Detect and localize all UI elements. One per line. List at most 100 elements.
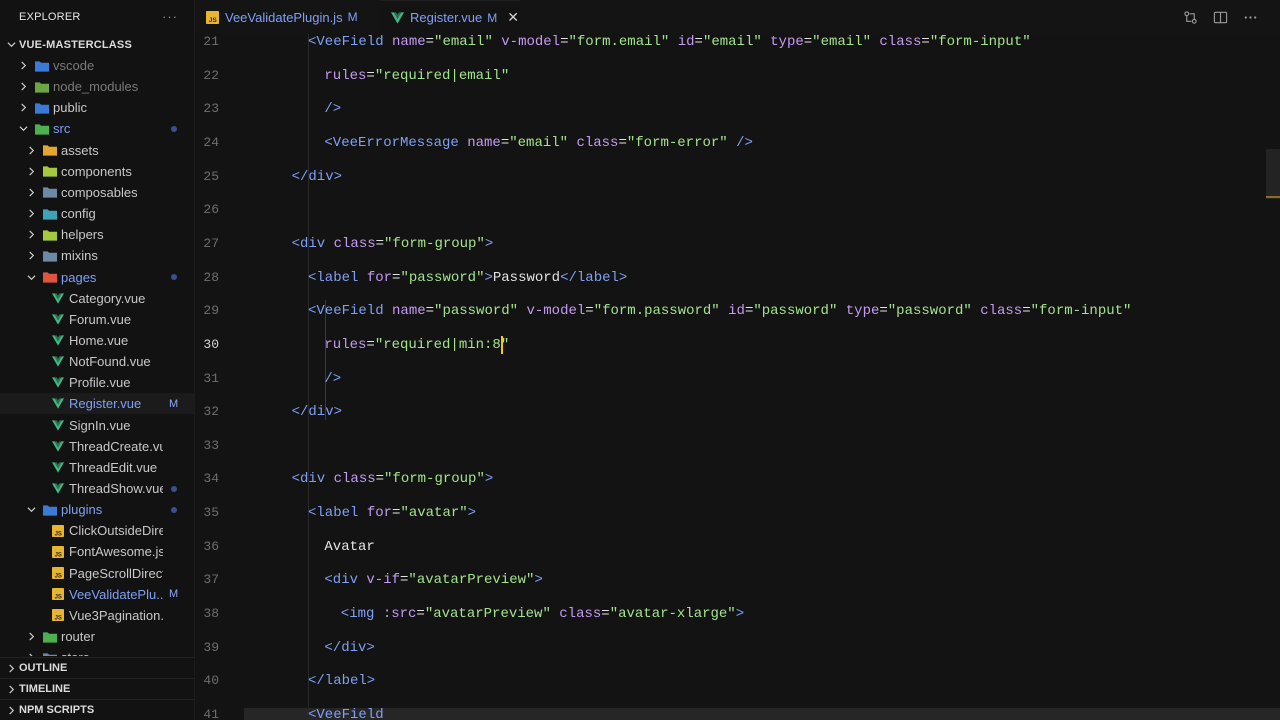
vue-file-icon (390, 11, 404, 25)
file-item[interactable]: ThreadEdit.vue (0, 457, 194, 478)
scrollbar-cursor-marker (1266, 196, 1280, 198)
code-token: name (392, 34, 426, 50)
folder-item[interactable]: store (0, 647, 194, 656)
code-token: </div> (324, 639, 375, 656)
code-token: "avatar-xlarge" (609, 606, 736, 623)
tree-item-label: ThreadEdit.vue (69, 459, 158, 475)
tree-item-label: NotFound.vue (69, 354, 151, 370)
code-token: > (484, 235, 494, 252)
file-item[interactable]: Category.vue (0, 288, 194, 309)
file-item[interactable]: Profile.vue (0, 372, 194, 393)
explorer-title-label: EXPLORER (19, 11, 81, 23)
split-editor-icon[interactable] (1212, 9, 1228, 25)
vertical-scrollbar[interactable] (1266, 149, 1280, 199)
folder-item[interactable]: composables (0, 182, 194, 203)
chevron-right-icon (26, 230, 36, 240)
npm-scripts-panel-header[interactable]: NPM SCRIPTS (0, 699, 194, 720)
code-text: <VeeField (308, 704, 384, 720)
code-line: 35 <label for="avatar"> (195, 502, 1280, 524)
file-item[interactable]: Register.vue M (0, 393, 194, 415)
code-token: = (879, 303, 888, 320)
folder-item[interactable]: pages (0, 267, 194, 288)
code-text: Avatar (324, 536, 374, 558)
folder-item[interactable]: config (0, 203, 194, 224)
file-item[interactable]: JS Vue3Pagination.js (0, 605, 194, 626)
code-line: 24 <VeeErrorMessage name="email" class="f… (195, 132, 1280, 154)
folder-item[interactable]: public (0, 97, 194, 118)
folder-item[interactable]: components (0, 161, 194, 182)
changes-dot (171, 125, 177, 132)
code-token: = (618, 134, 627, 151)
tab-veevalidateplugin[interactable]: JS VeeValidatePlugin.js M (205, 0, 380, 34)
folder-item[interactable]: node_modules (0, 76, 194, 97)
folder-item[interactable]: mixins (0, 245, 194, 266)
code-token: = (1022, 303, 1031, 320)
timeline-panel-header[interactable]: TIMELINE (0, 678, 194, 699)
code-token: <VeeErrorMessage (324, 134, 459, 151)
line-number: 37 (203, 572, 219, 588)
js-file-icon: JS (50, 609, 65, 622)
code-token: "password" (753, 303, 838, 320)
modified-badge: M (487, 10, 498, 25)
code-token: > (484, 269, 493, 286)
file-item[interactable]: JS FontAwesome.js (0, 541, 194, 562)
code-token: "required|min:8" (374, 336, 510, 353)
file-item[interactable]: SignIn.vue (0, 415, 194, 436)
code-text: <img :src="avatarPreview" class="avatar-… (341, 603, 744, 625)
folder-item[interactable]: router (0, 626, 194, 647)
code-token: "required|email" (374, 67, 510, 84)
line-number: 34 (203, 471, 219, 487)
file-item[interactable]: ThreadShow.vue (0, 478, 194, 499)
tree-item-label: composables (61, 184, 138, 200)
modified-badge: M (169, 397, 179, 410)
compare-changes-icon[interactable] (1182, 9, 1198, 25)
code-token: = (921, 34, 930, 50)
code-line: 30 rules="required|min:8" (195, 334, 1280, 356)
js-file-icon: JS (205, 10, 219, 24)
chevron-right-icon (26, 187, 36, 197)
code-token: "avatarPreview" (424, 606, 551, 623)
code-token: <VeeField (308, 34, 384, 50)
folder-item[interactable]: plugins (0, 499, 194, 520)
code-text: rules="required|email" (324, 65, 509, 87)
vue-file-icon (50, 397, 65, 410)
folder-item[interactable]: vscode (0, 55, 194, 76)
tree-item-label: helpers (61, 227, 104, 243)
tree-item-label: SignIn.vue (69, 417, 131, 433)
outline-panel-header[interactable]: OUTLINE (0, 657, 194, 678)
code-text: <label for="avatar"> (308, 502, 476, 524)
tree-item-label: Register.vue (69, 396, 142, 412)
file-item[interactable]: Forum.vue (0, 309, 194, 330)
close-icon[interactable]: ✕ (507, 9, 519, 26)
code-token: <VeeField (308, 303, 384, 320)
code-editor[interactable]: 21 <VeeField name="email" v-model="form.e… (195, 34, 1280, 720)
folder-item[interactable]: assets (0, 140, 194, 161)
more-actions-icon[interactable] (1242, 9, 1258, 25)
workspace-root[interactable]: VUE-MASTERCLASS (0, 34, 194, 55)
file-item[interactable]: JS PageScrollDirective.js (0, 563, 194, 584)
svg-text:JS: JS (208, 17, 217, 24)
tab-register-vue[interactable]: Register.vue M ✕ (380, 0, 520, 34)
file-item[interactable]: JS VeeValidatePlu... M (0, 584, 194, 605)
folder-item[interactable]: helpers (0, 224, 194, 245)
line-number: 31 (203, 370, 219, 386)
file-item[interactable]: NotFound.vue (0, 351, 194, 372)
code-token: = (601, 606, 610, 623)
code-token: v-model (501, 34, 561, 50)
folder-item[interactable]: src (0, 118, 194, 139)
more-actions-icon[interactable]: ··· (162, 9, 178, 24)
file-tree: VUE-MASTERCLASS vscode node_modules public… (0, 34, 194, 656)
file-item[interactable]: Home.vue (0, 330, 194, 351)
chevron-right-icon (26, 632, 36, 642)
file-item[interactable]: ThreadCreate.vue (0, 436, 194, 457)
line-number: 21 (203, 34, 219, 49)
code-token: </label> (308, 673, 376, 690)
code-token: <div (291, 471, 326, 488)
router-folder-icon (42, 630, 57, 643)
vue-file-icon (50, 313, 65, 326)
file-item[interactable]: JS ClickOutsideDirectiv... (0, 520, 194, 541)
